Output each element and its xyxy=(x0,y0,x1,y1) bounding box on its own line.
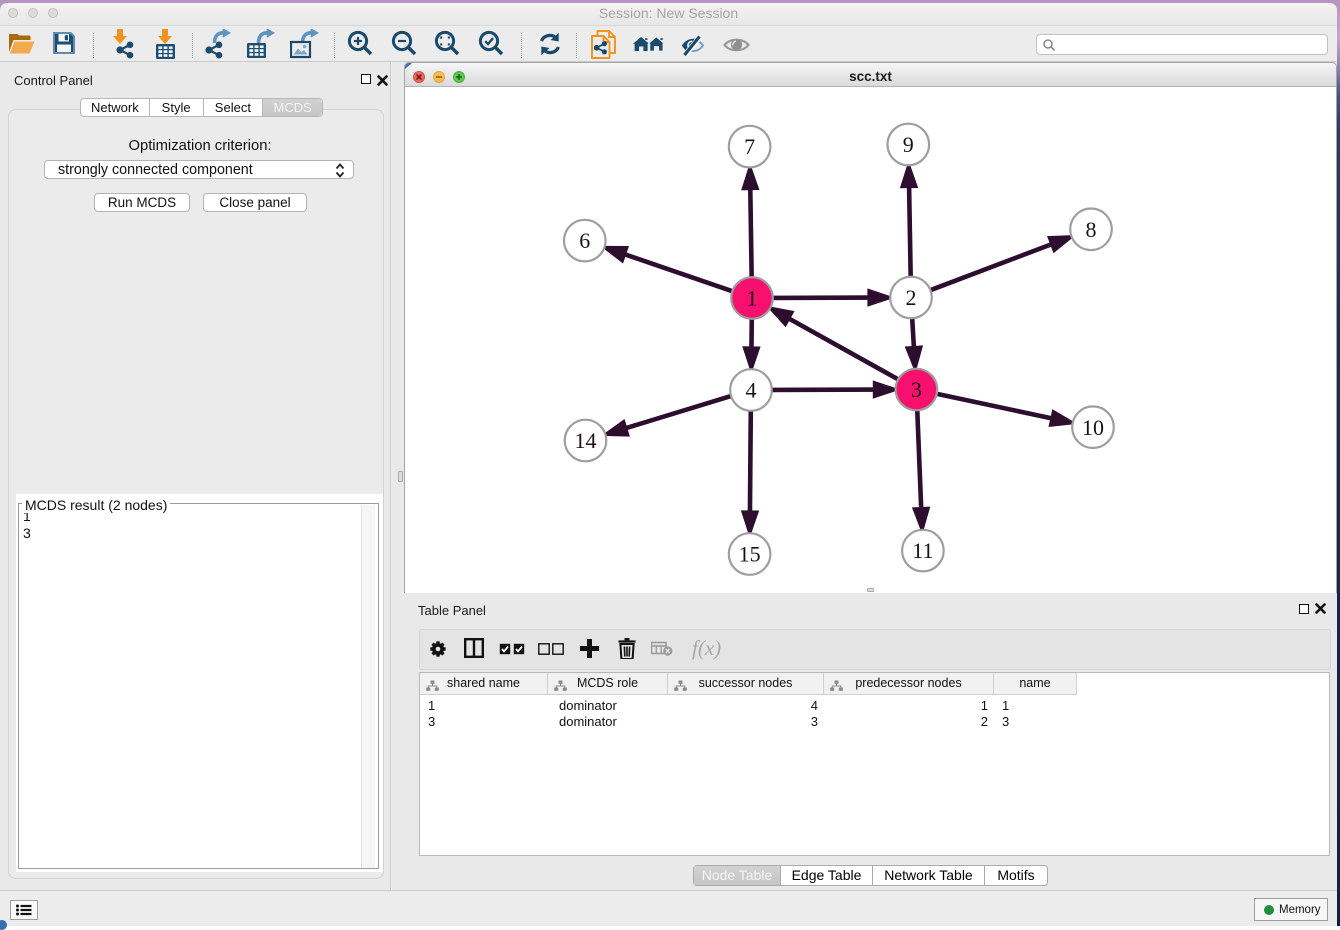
svg-text:11: 11 xyxy=(912,538,933,563)
svg-text:15: 15 xyxy=(739,542,761,567)
svg-text:2: 2 xyxy=(906,285,917,310)
svg-text:1: 1 xyxy=(747,286,758,311)
svg-text:8: 8 xyxy=(1086,217,1097,242)
svg-text:14: 14 xyxy=(575,428,597,453)
svg-text:6: 6 xyxy=(579,228,590,253)
svg-text:4: 4 xyxy=(746,378,757,403)
svg-text:3: 3 xyxy=(911,377,922,402)
svg-text:9: 9 xyxy=(903,132,914,157)
svg-text:10: 10 xyxy=(1082,415,1104,440)
svg-text:7: 7 xyxy=(744,134,755,159)
